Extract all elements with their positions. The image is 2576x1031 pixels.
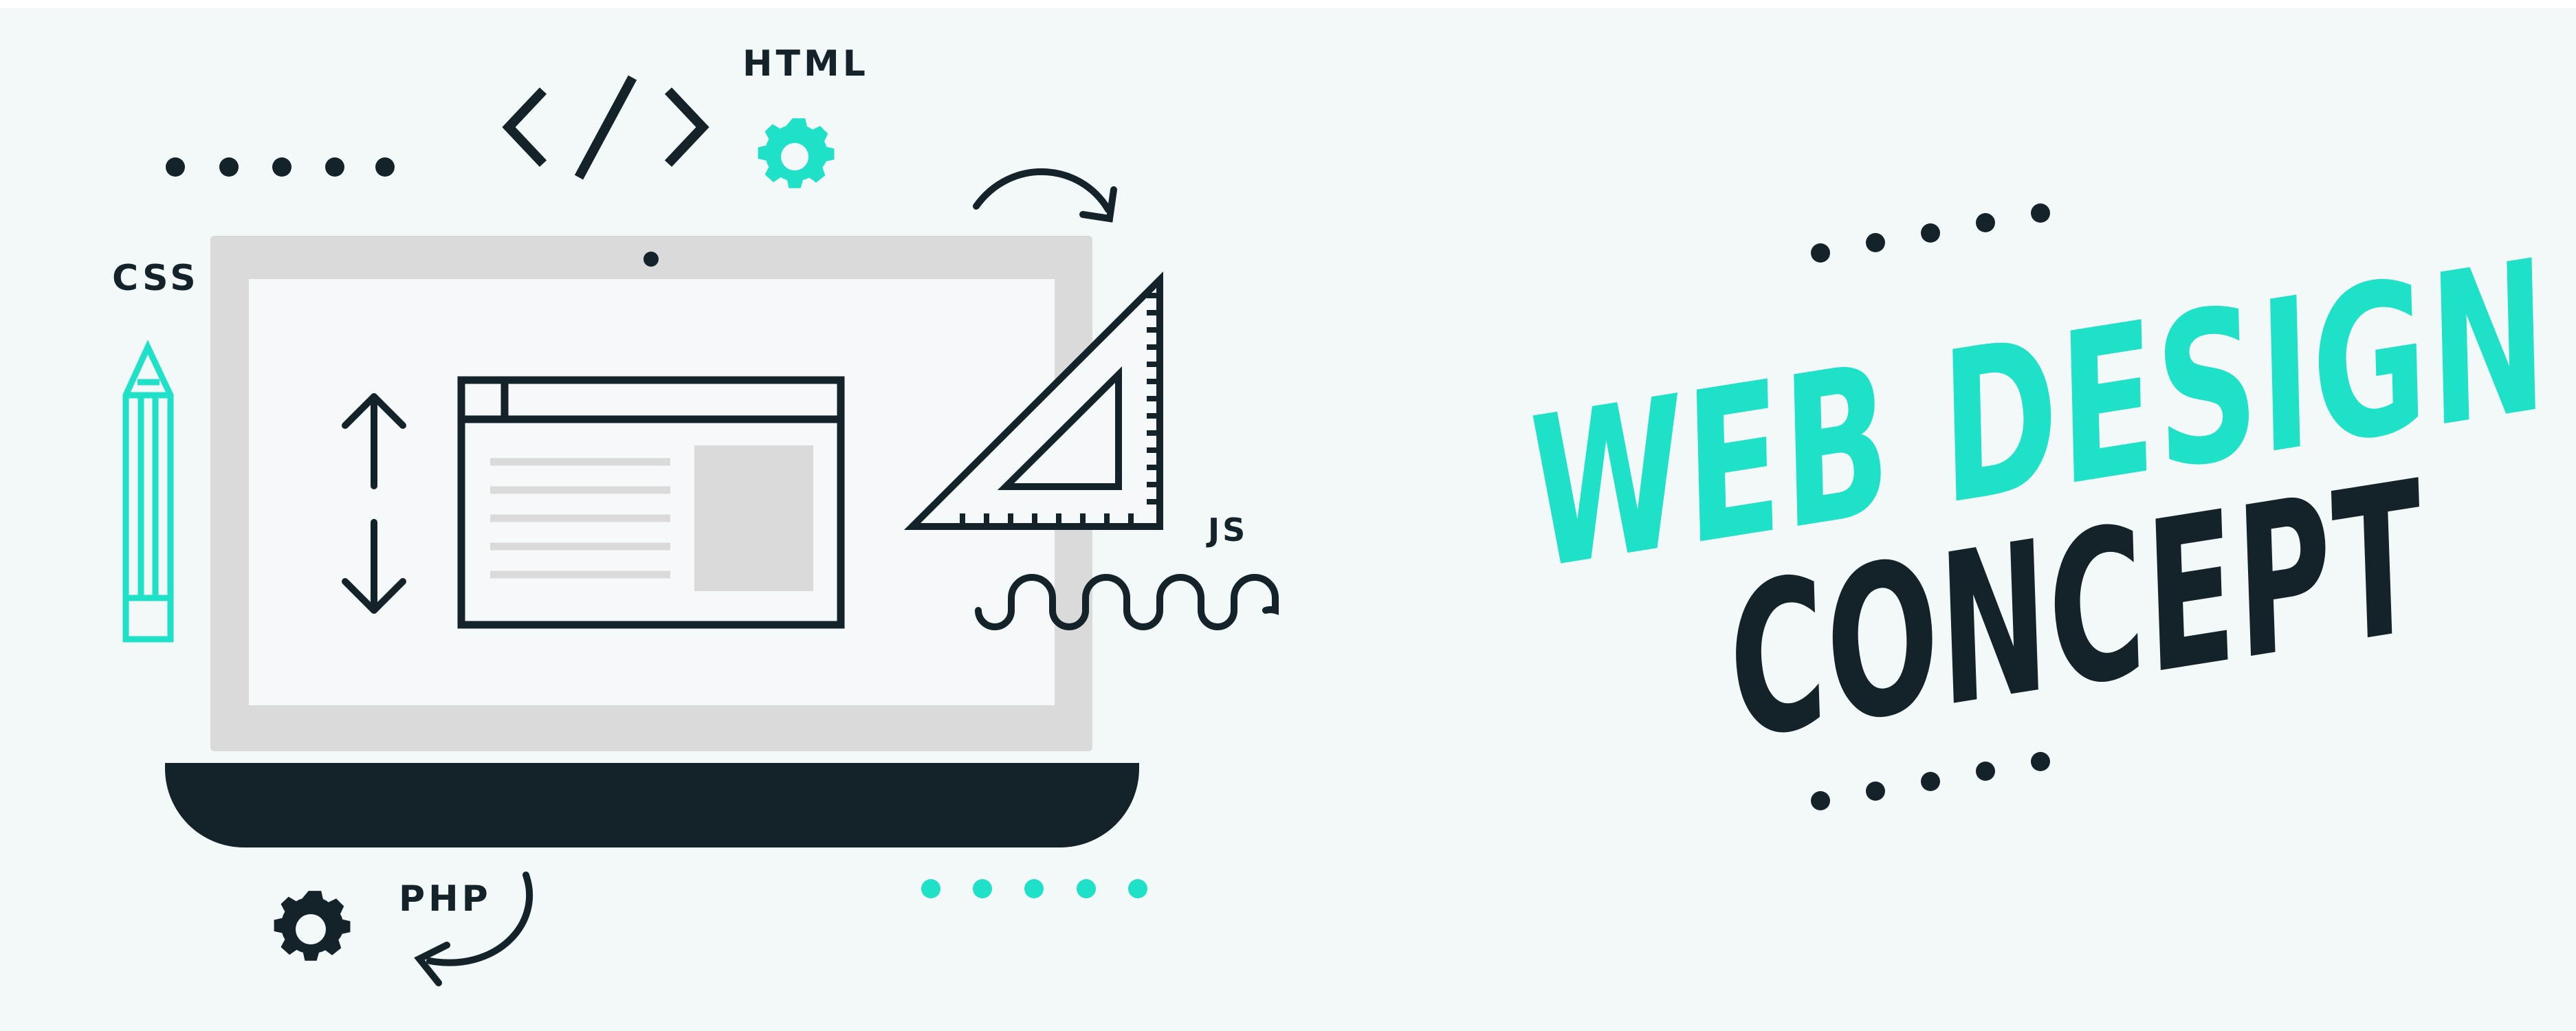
- illustration-canvas: HTML CSS JS PHP WEB DESIGN CONCEPT: [0, 8, 2576, 1031]
- php-label: PHP: [399, 878, 492, 920]
- css-label: CSS: [112, 258, 199, 299]
- browser-window-icon: [457, 376, 845, 629]
- laptop-base: [165, 763, 1139, 847]
- js-label: JS: [1206, 511, 1248, 548]
- laptop-camera: [643, 252, 659, 267]
- html-label: HTML: [742, 43, 869, 85]
